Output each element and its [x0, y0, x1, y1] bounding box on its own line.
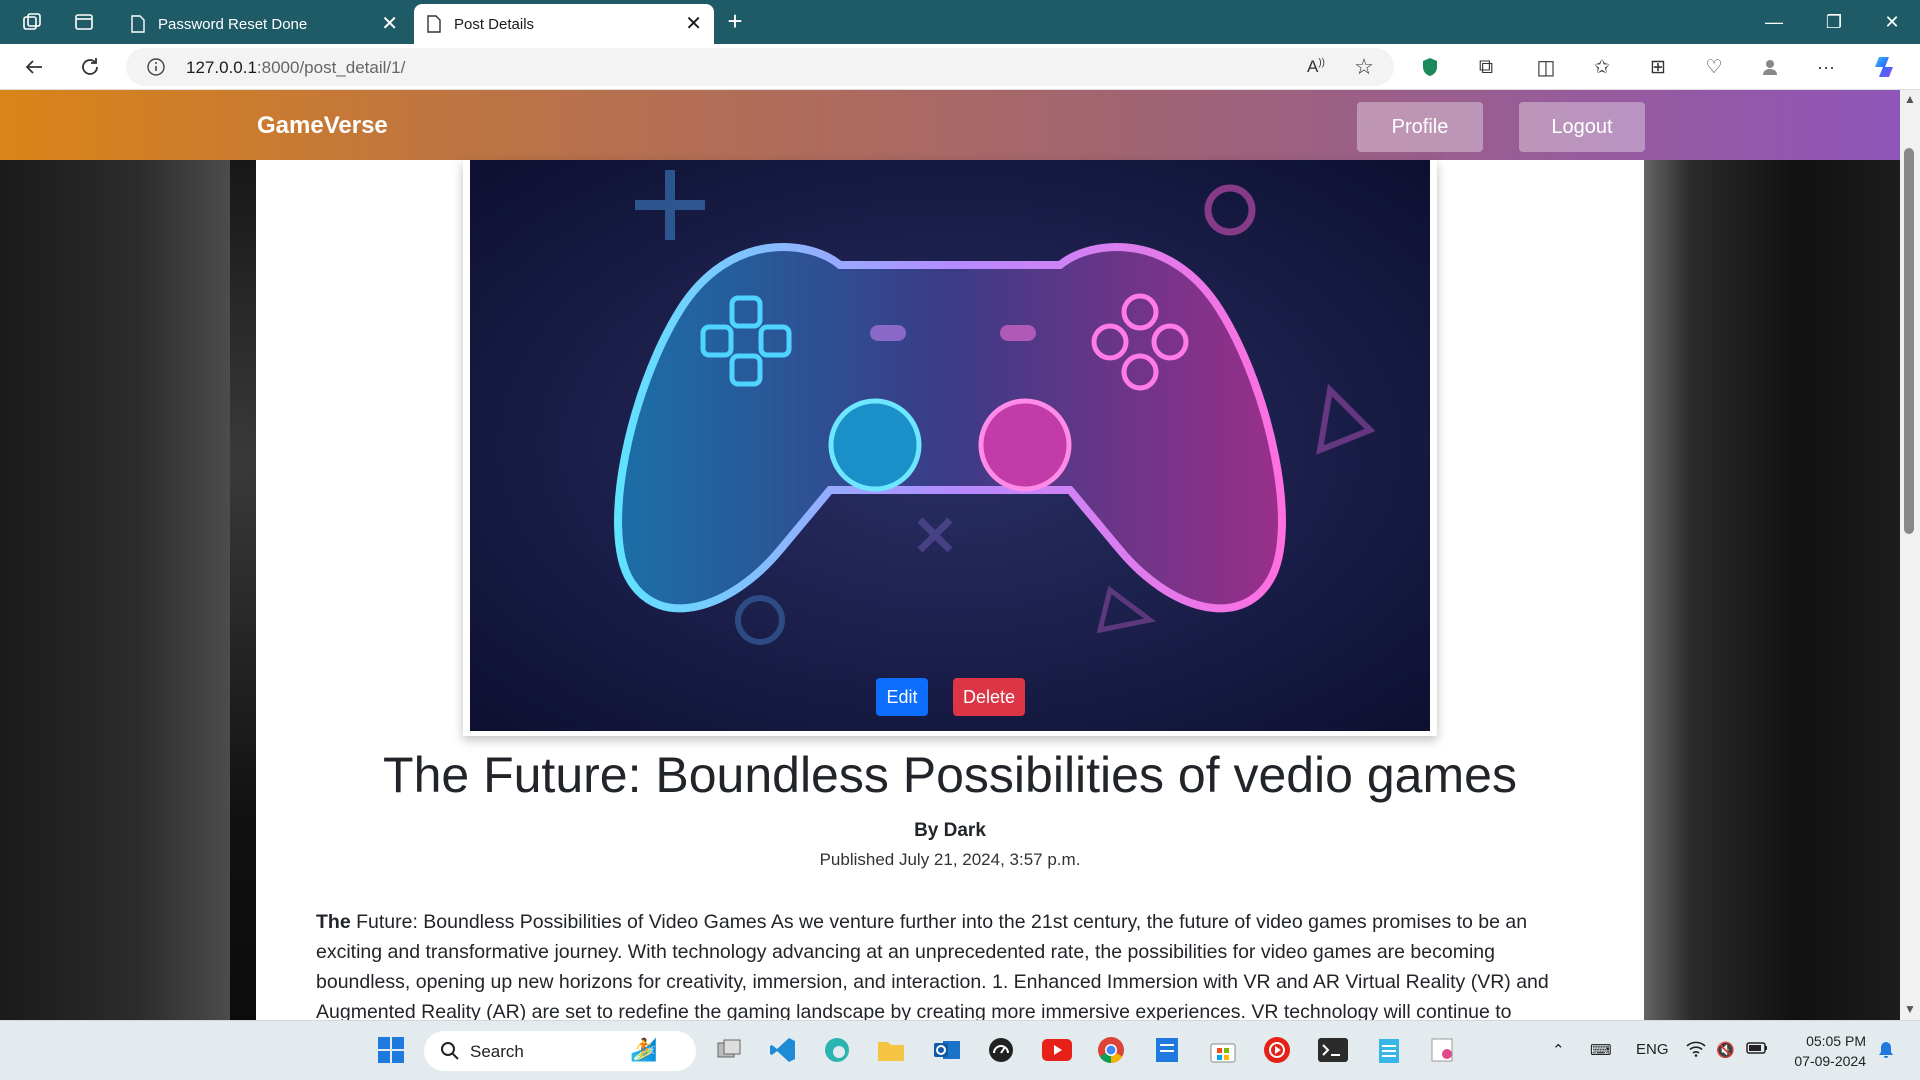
battery-icon[interactable] — [1746, 1041, 1768, 1058]
search-label: Search — [470, 1042, 524, 1061]
post-author: By Dark — [914, 820, 986, 841]
favorites-icon[interactable]: ✩ — [1588, 53, 1616, 81]
browser-essentials-icon[interactable]: ♡ — [1700, 53, 1728, 81]
delete-button[interactable]: Delete — [953, 678, 1025, 716]
tab-password-reset-done[interactable]: Password Reset Done ✕ — [118, 4, 410, 44]
site-info-icon[interactable] — [146, 57, 166, 77]
browser-toolbar: 127.0.0.1:8000/post_detail/1/ A)) ☆ ⧉ ◫ … — [0, 44, 1920, 90]
youtube-icon[interactable] — [1040, 1033, 1074, 1067]
chrome-icon[interactable] — [1094, 1033, 1128, 1067]
wifi-icon[interactable] — [1686, 1041, 1706, 1061]
music-player-icon[interactable] — [1260, 1033, 1294, 1067]
speedometer-icon[interactable] — [984, 1033, 1018, 1067]
snipping-tool-icon[interactable] — [1426, 1033, 1460, 1067]
post-published-date: Published July 21, 2024, 3:57 p.m. — [819, 850, 1081, 869]
close-tab-icon[interactable]: ✕ — [381, 14, 398, 34]
close-tab-icon[interactable]: ✕ — [685, 14, 702, 34]
extensions-icon[interactable]: ⧉ — [1472, 53, 1500, 81]
split-screen-icon[interactable]: ◫ — [1532, 53, 1560, 81]
site-navbar: GameVerse Profile Logout — [0, 90, 1900, 160]
workspaces-icon[interactable] — [18, 8, 46, 36]
show-hidden-icons-icon[interactable]: ⌃ — [1552, 1041, 1565, 1059]
collections-icon[interactable]: ⊞ — [1644, 53, 1672, 81]
page-icon — [131, 15, 145, 33]
edit-button[interactable]: Edit — [876, 678, 928, 716]
brand-logo[interactable]: GameVerse — [257, 112, 388, 140]
url-text: 127.0.0.1:8000/post_detail/1/ — [186, 58, 406, 77]
post-body-text: Future: Boundless Possibilities of Video… — [316, 911, 1549, 1020]
minimize-icon[interactable]: — — [1746, 0, 1802, 44]
notepad-blue-icon[interactable] — [1150, 1033, 1184, 1067]
refresh-icon[interactable] — [76, 53, 104, 81]
read-aloud-icon[interactable]: A)) — [1302, 53, 1330, 81]
tab-title: Post Details — [454, 15, 535, 33]
terminal-icon[interactable] — [1316, 1033, 1350, 1067]
address-bar[interactable]: 127.0.0.1:8000/post_detail/1/ — [126, 48, 1394, 86]
more-menu-icon[interactable]: ··· — [1812, 53, 1840, 81]
favorite-star-icon[interactable]: ☆ — [1350, 53, 1378, 81]
profile-avatar-icon[interactable] — [1756, 53, 1784, 81]
page-icon — [427, 15, 441, 33]
outlook-icon[interactable] — [930, 1033, 964, 1067]
back-icon[interactable] — [20, 53, 48, 81]
copilot-icon[interactable] — [1872, 53, 1900, 81]
keyboard-icon[interactable]: ⌨ — [1590, 1041, 1612, 1059]
tab-post-details[interactable]: Post Details ✕ — [414, 4, 714, 44]
language-indicator[interactable]: ENG — [1636, 1041, 1669, 1058]
new-tab-button[interactable]: + — [720, 6, 750, 36]
taskbar-search[interactable]: Search 🏄 — [424, 1031, 696, 1071]
start-windows-icon[interactable] — [374, 1033, 408, 1067]
profile-button[interactable]: Profile — [1357, 102, 1483, 152]
search-icon — [441, 1042, 459, 1060]
web-page: GameVerse Profile Logout Edit Delete The… — [0, 90, 1900, 1020]
scroll-down-arrow-icon[interactable]: ▼ — [1903, 1002, 1917, 1016]
microsoft-store-icon[interactable] — [1206, 1033, 1240, 1067]
clock-time: 05:05 PM — [1806, 1033, 1866, 1049]
browser-tabstrip: Password Reset Done ✕ Post Details ✕ + —… — [0, 0, 1920, 44]
tab-title: Password Reset Done — [158, 15, 308, 33]
close-window-icon[interactable]: ✕ — [1864, 0, 1920, 44]
background-art-left — [0, 90, 230, 1020]
taskbar-clock[interactable]: 05:05 PM 07-09-2024 — [1776, 1031, 1866, 1071]
windows-taskbar: Search 🏄 ⌃ ⌨ ENG 🔇 05:05 PM 07-09-2024 — [0, 1020, 1920, 1080]
background-art-right — [1640, 90, 1900, 1020]
scroll-up-arrow-icon[interactable]: ▲ — [1903, 92, 1917, 106]
volume-muted-icon[interactable]: 🔇 — [1716, 1041, 1735, 1059]
notification-bell-icon[interactable] — [1878, 1041, 1894, 1063]
edge-browser-icon[interactable] — [820, 1033, 854, 1067]
post-body: The Future: Boundless Possibilities of V… — [316, 907, 1586, 1020]
notepad-icon[interactable] — [1372, 1033, 1406, 1067]
file-explorer-icon[interactable] — [874, 1033, 908, 1067]
search-highlight-icon: 🏄 — [630, 1037, 658, 1062]
logout-button[interactable]: Logout — [1519, 102, 1645, 152]
vscode-icon[interactable] — [766, 1033, 800, 1067]
shield-icon[interactable] — [1416, 53, 1444, 81]
task-view-icon[interactable] — [712, 1033, 746, 1067]
scrollbar-thumb[interactable] — [1904, 148, 1914, 534]
page-scrollbar[interactable]: ▲ ▼ — [1900, 90, 1920, 1020]
post-title: The Future: Boundless Possibilities of v… — [383, 747, 1517, 803]
post-body-lead: The — [316, 911, 351, 933]
restore-icon[interactable]: ❐ — [1806, 0, 1862, 44]
clock-date: 07-09-2024 — [1794, 1053, 1866, 1069]
tab-actions-icon[interactable] — [70, 8, 98, 36]
post-image — [470, 160, 1430, 731]
